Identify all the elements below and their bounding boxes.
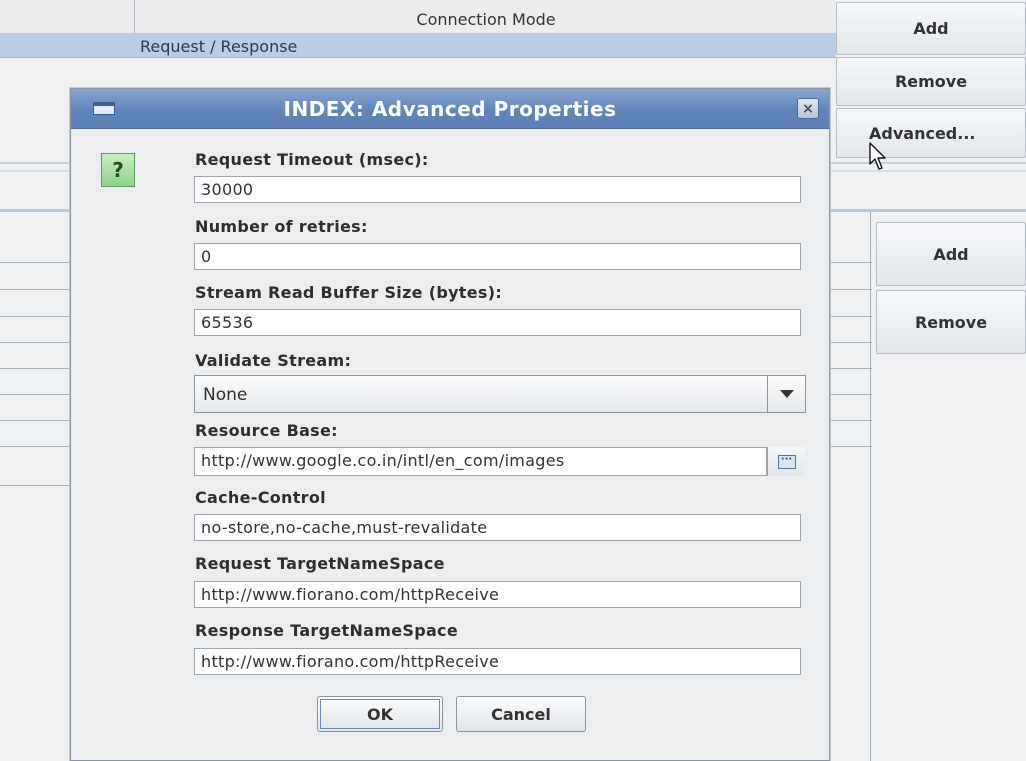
cache-control-input[interactable]: no-store,no-cache,must-revalidate	[194, 514, 801, 541]
response-namespace-label: Response TargetNameSpace	[195, 621, 458, 640]
request-timeout-label: Request Timeout (msec):	[195, 150, 429, 169]
grid-line	[0, 368, 70, 369]
buffer-size-label: Stream Read Buffer Size (bytes):	[195, 283, 503, 302]
advanced-button[interactable]: Advanced...	[836, 108, 1026, 158]
grid-line	[828, 289, 872, 290]
mouse-cursor-icon	[869, 142, 886, 170]
response-namespace-input[interactable]: http://www.fiorano.com/httpReceive	[194, 648, 801, 675]
grid-line	[0, 342, 70, 343]
close-icon[interactable]: ×	[797, 98, 819, 119]
grid-line	[0, 289, 70, 290]
cancel-button[interactable]: Cancel	[456, 696, 586, 732]
grid-line	[0, 316, 70, 317]
add-button[interactable]: Add	[836, 2, 1026, 55]
retries-input[interactable]: 0	[194, 243, 801, 270]
connection-mode-column-header[interactable]: Connection Mode	[136, 10, 836, 29]
ok-button[interactable]: OK	[317, 696, 443, 732]
remove-button[interactable]: Remove	[836, 57, 1026, 106]
browse-button[interactable]: ···	[767, 447, 805, 476]
connection-mode-cell: Request / Response	[140, 37, 298, 56]
buffer-size-input[interactable]: 65536	[194, 309, 801, 336]
grid-line	[0, 420, 70, 421]
column-separator	[134, 0, 135, 34]
grid-line	[828, 262, 872, 263]
grid-line	[0, 446, 70, 447]
validate-stream-select[interactable]: None	[194, 375, 806, 413]
grid-line	[828, 316, 872, 317]
retries-label: Number of retries:	[195, 217, 368, 236]
dialog-title-bar[interactable]: INDEX: Advanced Properties ×	[71, 89, 829, 129]
validate-stream-value: None	[203, 385, 248, 405]
request-namespace-label: Request TargetNameSpace	[195, 554, 445, 573]
grid-line	[828, 446, 872, 447]
resource-base-input[interactable]: http://www.google.co.in/intl/en_com/imag…	[194, 447, 767, 476]
validate-stream-label: Validate Stream:	[195, 351, 352, 370]
grid-line	[828, 420, 872, 421]
remove-button-lower[interactable]: Remove	[876, 290, 1026, 354]
connection-table-header: Connection Mode	[0, 0, 836, 34]
add-button-lower[interactable]: Add	[876, 222, 1026, 286]
request-timeout-input[interactable]: 30000	[194, 176, 801, 203]
grid-line	[0, 394, 70, 395]
grid-line	[0, 262, 70, 263]
application-window: Connection Mode Request / Response Add R…	[0, 0, 1026, 761]
grid-line	[828, 394, 872, 395]
grid-line	[0, 485, 70, 486]
table-row-selected[interactable]: Request / Response	[0, 34, 836, 58]
chevron-down-icon[interactable]	[767, 376, 805, 412]
table-edge	[870, 212, 871, 761]
grid-line	[828, 368, 872, 369]
resource-base-label: Resource Base:	[195, 421, 338, 440]
grid-line	[828, 342, 872, 343]
dialog-title: INDEX: Advanced Properties	[283, 97, 617, 121]
ellipsis-icon: ···	[777, 454, 796, 469]
cache-control-label: Cache-Control	[195, 488, 326, 507]
question-icon: ?	[101, 153, 135, 187]
request-namespace-input[interactable]: http://www.fiorano.com/httpReceive	[194, 581, 801, 608]
advanced-properties-dialog: INDEX: Advanced Properties × ? Request T…	[70, 88, 830, 761]
